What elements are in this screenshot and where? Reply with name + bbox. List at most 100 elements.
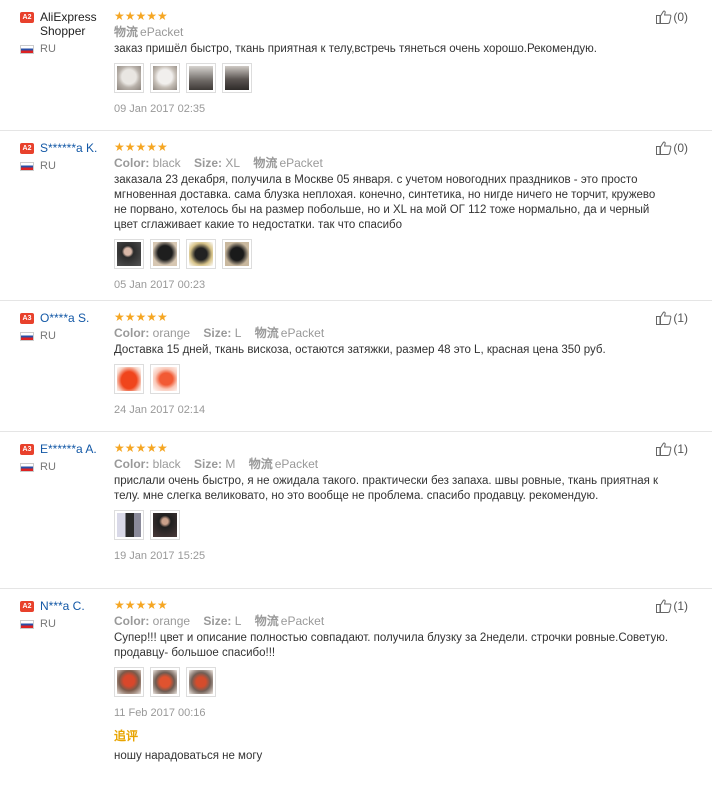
reviewer-name[interactable]: E******a A. [40,442,97,456]
review-photos [114,510,674,540]
follow-up-label: 追评 [114,729,139,743]
reviewer-info: A2 AliExpress Shopper RU [20,10,112,55]
review-photo[interactable] [150,510,180,540]
helpful-button[interactable]: (1) [656,442,688,456]
review-text: заказала 23 декабря, получила в Москве 0… [114,174,656,231]
review-photo[interactable] [150,239,180,269]
helpful-button[interactable]: (0) [656,141,688,155]
shipping-label: 物流 [254,326,279,340]
russia-flag-icon [20,331,34,341]
shipping-value: ePacket [279,156,323,170]
review-date: 09 Jan 2017 02:35 [114,103,206,115]
shipping-value: ePacket [140,25,184,39]
review-photo[interactable] [186,63,216,93]
review-text: Доставка 15 дней, ткань вискоза, остаютс… [114,344,606,356]
review-photo[interactable] [114,667,144,697]
order-info: Color: black Size: XL 物流 ePacket [114,156,674,171]
order-info: Color: black Size: M 物流 ePacket [114,457,674,472]
reviewer-info: A2 S******a K. RU [20,141,112,172]
color-label: Color: [114,326,150,340]
review-photo[interactable] [114,510,144,540]
star-rating: ★★★★★ [114,598,168,612]
review-item: A2 AliExpress Shopper RU ★★★★★ 物流 ePacket… [0,0,712,131]
buyer-level-badge: A2 [20,12,34,23]
review-content: ★★★★★ Color: orange Size: L 物流 ePacket Су… [114,599,674,762]
review-date: 24 Jan 2017 02:14 [114,404,206,416]
reviewer-country: RU [40,330,56,342]
buyer-level-badge: A2 [20,143,34,154]
thumbs-up-icon [656,311,672,325]
shipping-label: 物流 [254,614,279,628]
russia-flag-icon [20,44,34,54]
helpful-count: (0) [673,141,688,155]
reviewer-name[interactable]: S******a K. [40,141,97,155]
helpful-count: (1) [673,311,688,325]
reviewer-country: RU [40,160,56,172]
color-value: black [152,457,181,471]
shipping-label: 物流 [248,457,273,471]
helpful-count: (1) [673,599,688,613]
shipping-value: ePacket [280,326,325,340]
order-info: Color: orange Size: L 物流 ePacket [114,614,674,629]
review-photo[interactable] [186,239,216,269]
follow-up-text: ношу нарадоваться не могу [114,750,263,762]
helpful-button[interactable]: (1) [656,599,688,613]
review-item: A3 E******a A. RU ★★★★★ Color: black Siz… [0,432,712,589]
thumbs-up-icon [656,599,672,613]
size-value: M [225,457,236,471]
color-label: Color: [114,156,150,170]
review-date: 05 Jan 2017 00:23 [114,279,206,291]
russia-flag-icon [20,161,34,171]
size-label: Size: [194,457,223,471]
review-photo[interactable] [186,667,216,697]
helpful-button[interactable]: (0) [656,10,688,24]
color-value: black [152,156,181,170]
order-info: 物流 ePacket [114,25,674,40]
review-text: прислали очень быстро, я не ожидала тако… [114,475,659,502]
review-photo[interactable] [114,364,144,394]
review-date: 19 Jan 2017 15:25 [114,550,206,562]
reviewer-info: A3 E******a A. RU [20,442,112,473]
review-text: Супер!!! цвет и описание полностью совпа… [114,632,669,659]
size-value: L [234,614,242,628]
star-rating: ★★★★★ [114,310,168,324]
buyer-level-badge: A3 [20,313,34,324]
review-photo[interactable] [222,63,252,93]
review-photo[interactable] [150,63,180,93]
review-photos [114,63,674,93]
thumbs-up-icon [656,442,672,456]
reviewer-name[interactable]: O****a S. [40,311,89,325]
size-label: Size: [203,614,232,628]
review-item: A2 N***a C. RU ★★★★★ Color: orange Size:… [0,589,712,792]
review-item: A2 S******a K. RU ★★★★★ Color: black Siz… [0,131,712,301]
review-photo[interactable] [150,364,180,394]
reviewer-info: A3 O****a S. RU [20,311,112,342]
review-content: ★★★★★ 物流 ePacket заказ пришёл быстро, тка… [114,10,674,115]
review-date: 11 Feb 2017 00:16 [114,707,206,719]
helpful-count: (0) [673,10,688,24]
reviewer-info: A2 N***a C. RU [20,599,112,630]
review-photos [114,667,674,697]
color-value: orange [152,614,191,628]
russia-flag-icon [20,462,34,472]
color-label: Color: [114,614,150,628]
shipping-value: ePacket [274,457,319,471]
helpful-button[interactable]: (1) [656,311,688,325]
reviewer-name[interactable]: N***a C. [40,599,85,613]
review-photo[interactable] [222,239,252,269]
size-value: XL [225,156,241,170]
shipping-label: 物流 [114,25,139,39]
thumbs-up-icon [656,10,672,24]
review-photo[interactable] [150,667,180,697]
review-content: ★★★★★ Color: black Size: XL 物流 ePacket за… [114,141,674,291]
size-label: Size: [194,156,223,170]
shipping-value: ePacket [280,614,325,628]
review-item: A3 O****a S. RU ★★★★★ Color: orange Size… [0,301,712,432]
review-content: ★★★★★ Color: black Size: M 物流 ePacket при… [114,442,674,562]
review-text: заказ пришёл быстро, ткань приятная к те… [114,43,598,55]
review-photo[interactable] [114,239,144,269]
shipping-label: 物流 [253,156,278,170]
color-value: orange [152,326,191,340]
russia-flag-icon [20,619,34,629]
review-photo[interactable] [114,63,144,93]
